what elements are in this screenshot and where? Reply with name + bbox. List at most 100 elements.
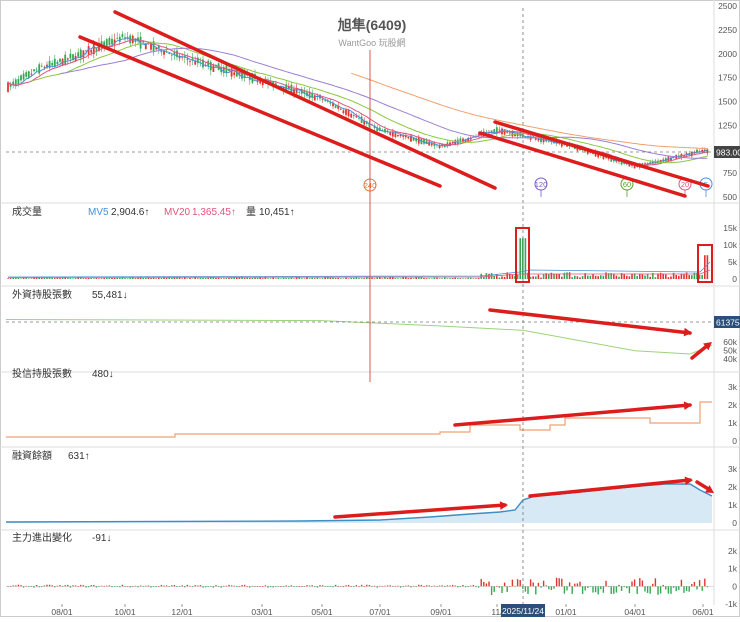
volume-bar [163, 277, 165, 279]
candle-body [397, 134, 399, 137]
volume-bar [667, 277, 670, 279]
main-force-y-axis: 2k 1k 0 -1k [725, 546, 738, 609]
x-tick-label: 12/01 [171, 607, 193, 617]
trend-line-2 [493, 120, 710, 188]
volume-bar [438, 278, 441, 279]
volume-bar [397, 278, 399, 279]
main-force-bar [61, 586, 64, 587]
volume-bar [428, 278, 430, 279]
main-force-bar [355, 585, 358, 587]
ma-marker-label: 120 [535, 180, 548, 189]
candle-body [116, 38, 119, 39]
volume-bar [706, 255, 709, 279]
volume-bar [571, 277, 573, 279]
volume-bar [321, 278, 324, 279]
candle-body [189, 61, 191, 63]
volume-bar [529, 276, 532, 279]
main-force-bar [490, 586, 493, 595]
volume-bar [197, 278, 199, 279]
trend-line-5 [453, 403, 692, 427]
volume-bar [9, 278, 12, 279]
volume-bar [646, 273, 649, 279]
mv5-value: 2,904.6↑ [111, 207, 149, 218]
volume-bar [165, 277, 168, 279]
volume-bar [12, 277, 14, 279]
candle-body [22, 73, 25, 80]
volume-bar [597, 276, 599, 279]
volume-bar [386, 278, 389, 279]
candle-body [69, 53, 72, 59]
main-force-bar [667, 586, 670, 594]
y-tick-label: 1750 [718, 73, 737, 83]
volume-bar [587, 275, 589, 279]
main-force-bar [457, 586, 459, 588]
main-force-bar [132, 586, 134, 587]
main-force-bar [501, 586, 503, 594]
main-force-bar [321, 585, 324, 587]
x-tick-label: 07/01 [369, 607, 391, 617]
volume-bar [496, 274, 498, 279]
volume-bar [111, 277, 113, 279]
main-force-bar [467, 586, 469, 588]
candle-body [108, 38, 111, 46]
y-tick-label: 750 [723, 168, 737, 178]
main-force-bar [95, 586, 98, 588]
mainforce-title: 主力進出變化 [12, 531, 72, 544]
main-force-bar [54, 586, 56, 588]
main-force-bar [436, 586, 438, 587]
volume-bar [472, 278, 475, 279]
y-tick-label: 1500 [718, 97, 737, 107]
volume-bar [251, 277, 254, 279]
volume-bar [678, 275, 680, 279]
main-force-bar [251, 585, 254, 587]
volume-bar [420, 277, 423, 279]
main-force-bar [48, 584, 51, 587]
candle-body [493, 129, 496, 132]
volume-bar [394, 278, 397, 279]
main-force-bar [615, 586, 618, 593]
volume-bar [540, 277, 542, 279]
candle-body [209, 61, 212, 71]
y-tick-label: 2k [728, 482, 738, 492]
x-tick-label: 05/01 [311, 607, 333, 617]
volume-bar [537, 274, 540, 279]
volume-bar [186, 278, 189, 279]
volume-bar [371, 277, 373, 279]
candle-body [25, 72, 28, 77]
trend-line-4 [488, 308, 692, 335]
volume-bar [74, 278, 77, 279]
trust-value: 480↓ [92, 369, 114, 380]
main-force-bar [150, 586, 152, 588]
volume-bar [22, 277, 25, 279]
main-force-bar [498, 586, 501, 588]
main-force-bar [181, 585, 183, 587]
main-force-bar [646, 586, 649, 593]
y-tick-label: 0 [732, 518, 737, 528]
volume-mv5-line [7, 261, 711, 278]
main-force-bar [126, 586, 129, 587]
volume-bar [28, 278, 30, 279]
main-force-bar [256, 586, 259, 587]
main-force-bar [124, 586, 126, 587]
main-force-bar [535, 586, 537, 595]
arrow-head-margin-1 [499, 501, 508, 510]
volume-bar [319, 278, 321, 279]
volume-bar [85, 278, 87, 279]
candle-body [339, 108, 342, 110]
volume-bar [623, 274, 625, 279]
volume-bar [485, 273, 488, 279]
volume-bar [228, 277, 230, 279]
volume-bar [327, 277, 329, 279]
y-tick-label: 3k [728, 464, 738, 474]
main-force-bar [701, 586, 703, 591]
volume-bar [100, 278, 103, 279]
margin-title: 融資餘額 [12, 449, 52, 462]
main-force-bar [527, 586, 529, 594]
volume-bar [256, 277, 259, 279]
main-force-bar [72, 585, 74, 587]
y-tick-label: 10k [723, 240, 737, 250]
volume-bar [316, 277, 319, 279]
volume-bar [145, 277, 147, 279]
stock-chart[interactable]: 旭隼(6409) WantGoo 玩股網 2500 2250 2000 1750 150… [0, 0, 740, 617]
volume-bar [402, 277, 404, 279]
